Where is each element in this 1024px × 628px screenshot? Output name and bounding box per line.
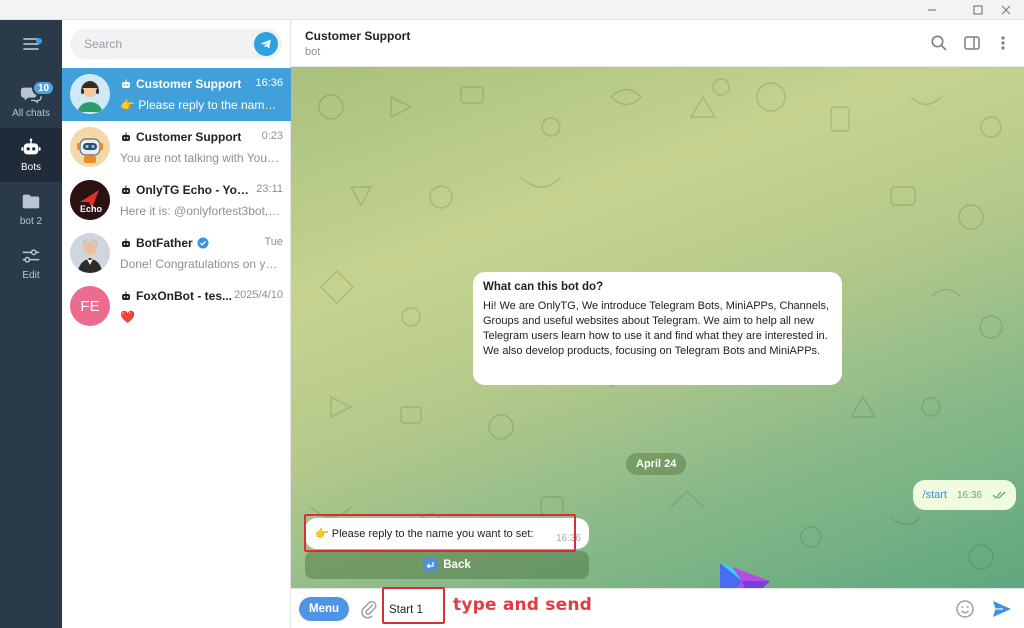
sidebar-icon [964,36,980,50]
close-button[interactable] [988,0,1024,20]
rail-item-bots[interactable]: Bots [0,128,62,182]
rail-item-label: bot 2 [19,216,43,227]
chat-item-customer-support-2[interactable]: Customer Support 0:23 You are not talkin… [62,121,291,174]
message-composer: Menu type and send [291,587,1024,628]
chat-preview: You are not talking with Yoursupport [120,151,282,165]
send-icon [993,601,1011,617]
avatar-initials: FE [80,297,100,315]
search-input[interactable] [70,29,282,59]
avatar [70,127,110,167]
chat-title: Customer Support [120,130,252,144]
telegram-plane-icon [260,39,271,49]
chat-item-foxonbot[interactable]: FE FoxOnBot - tes... 2025/4/10 ❤️ [62,280,291,333]
more-options-button[interactable] [993,33,1013,53]
chat-list-panel: Customer Support 16:36 👉 Please reply to… [62,20,291,628]
chat-item-customer-support[interactable]: Customer Support 16:36 👉 Please reply to… [62,68,291,121]
maximize-icon [973,5,983,15]
robot-avatar-icon [70,127,110,167]
title-bar [0,0,1024,20]
folders-rail: All chats 10 Bots bot 2 Edit [0,20,62,628]
send-button[interactable] [991,598,1013,620]
avatar-text: Echo [80,204,103,214]
chat-preview: ❤️ [120,310,135,324]
sidebar-toggle-button[interactable] [962,33,982,53]
incoming-message[interactable]: 👉 Please reply to the name you want to s… [305,518,589,549]
chat-item-botfather[interactable]: BotFather Tue Done! Congratulations on y… [62,227,291,280]
bot-icon [122,238,130,247]
bot-description-title: What can this bot do? [483,281,604,293]
message-time: 16:36 [956,489,982,501]
chat-title: Customer Support [120,77,252,91]
conversation-panel: Customer Support bot What can this bot d… [291,20,1024,628]
chat-time: Tue [264,236,283,248]
chat-time: 2025/4/10 [234,289,283,301]
chat-preview: Here it is: @onlyfortest3bot, enjoy [120,204,282,218]
hamburger-menu-button[interactable] [0,28,62,60]
message-text: 👉 Please reply to the name you want to s… [315,528,534,540]
search-box [70,29,282,59]
echo-avatar-icon [70,180,110,220]
bot-menu-button[interactable]: Menu [299,597,349,621]
chat-header-subtitle: bot [305,46,321,58]
close-icon [1001,5,1011,15]
bot-description-card: What can this bot do? Hi! We are OnlyTG,… [473,272,842,385]
bot-icon [122,79,130,88]
chat-time: 16:36 [255,77,283,89]
smiley-icon [956,600,974,618]
folder-icon [22,194,40,209]
rail-item-all-chats[interactable]: All chats 10 [0,74,62,128]
notification-dot [36,38,42,44]
rail-item-bot-2[interactable]: bot 2 [0,182,62,236]
emoji-button[interactable] [955,599,975,619]
sliders-icon [22,249,40,263]
support-agent-avatar-icon [70,74,110,114]
bot-icon [122,185,130,194]
annotation-label: type and send [453,595,593,615]
hamburger-icon [23,38,39,50]
message-time: 16:36 [555,533,581,544]
outgoing-message[interactable]: /start 16:36 [912,480,1016,510]
minimize-icon [928,9,936,11]
telegram-logo-button[interactable] [254,32,278,56]
bot-icon [122,132,130,141]
avatar: FE [70,286,110,326]
chat-title: BotFather [120,236,252,250]
onlytg-logo-icon [720,563,770,588]
chat-title: OnlyTG Echo - Your ... [120,183,252,197]
botfather-avatar-icon [70,233,110,273]
double-check-icon [992,491,1006,499]
rail-item-label: All chats [12,108,50,119]
return-icon [423,558,438,572]
search-button[interactable] [929,33,949,53]
rail-item-label: Bots [20,162,41,173]
message-area[interactable]: What can this bot do? Hi! We are OnlyTG,… [291,67,1024,588]
unread-badge: 10 [32,80,56,96]
date-separator: April 24 [626,453,687,475]
rail-item-label: Edit [22,270,40,281]
paperclip-icon [361,600,377,619]
attach-button[interactable] [359,599,379,619]
chat-time: 23:11 [256,183,283,195]
chat-time: 0:23 [261,130,283,142]
minimize-button[interactable] [914,0,950,20]
bot-icon [122,291,130,300]
chat-preview: Done! Congratulations on your new bot [120,257,282,271]
message-text[interactable]: /start [923,489,947,501]
keyboard-button-label: Back [443,559,471,571]
chat-preview: 👉 Please reply to the name you want to s… [120,98,282,112]
bot-description-body: Hi! We are OnlyTG, We introduce Telegram… [483,300,830,357]
avatar [70,74,110,114]
verified-badge-icon [197,237,209,249]
avatar [70,233,110,273]
bot-icon [21,138,41,155]
chat-header-title: Customer Support [305,29,411,43]
chat-title: FoxOnBot - tes... [120,289,240,303]
chat-header[interactable]: Customer Support bot [291,20,1024,67]
rail-item-edit[interactable]: Edit [0,236,62,290]
avatar: Echo [70,180,110,220]
chat-item-onlytg-echo[interactable]: Echo OnlyTG Echo - Your ... 23:11 Here i… [62,174,291,227]
more-vertical-icon [1001,36,1005,50]
search-icon [931,35,947,51]
inline-keyboard-back-button[interactable]: Back [305,551,589,579]
